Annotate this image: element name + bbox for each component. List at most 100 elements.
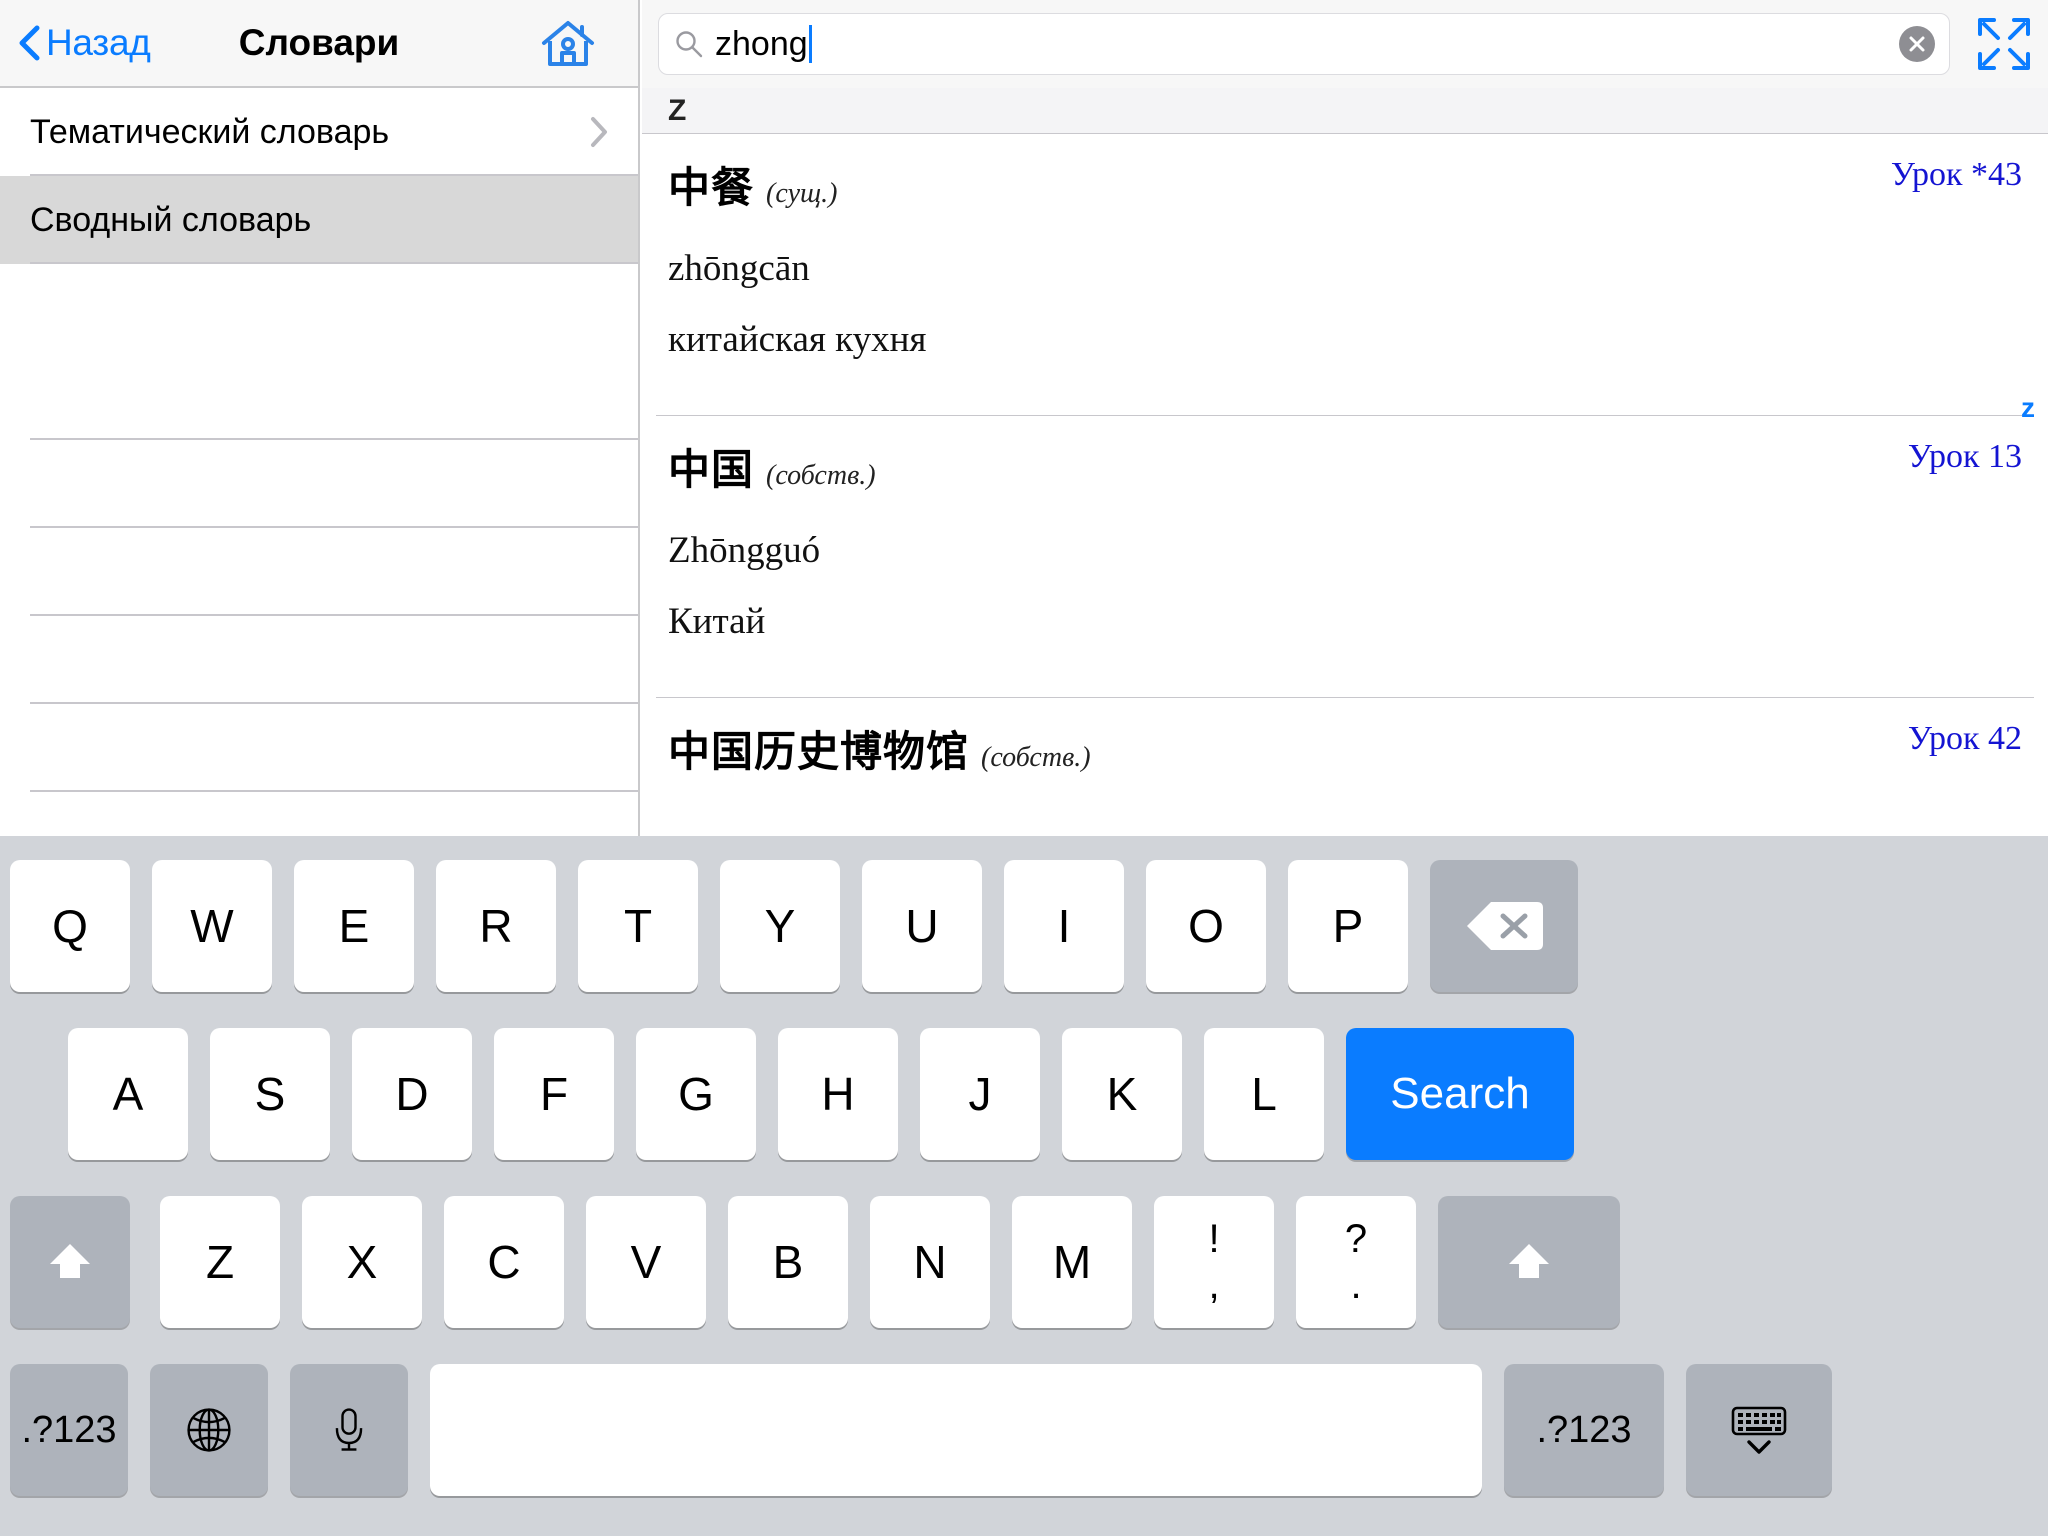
entry-hanzi: 中国历史博物馆 [668,727,970,776]
key-exclamation-comma[interactable]: ! , [1154,1196,1274,1328]
microphone-icon [335,1408,363,1451]
key-x[interactable]: X [302,1196,422,1328]
entry-pinyin: zhōngcān [668,248,810,289]
sidebar-item-thematic-dictionary[interactable]: Тематический словарь [0,88,638,176]
dictionary-list: Тематический словарь Сводный словарь [0,88,638,880]
dictionary-entry[interactable]: 中国历史博物馆 (собств.) Урок 42 [642,698,2048,779]
key-k[interactable]: K [1062,1028,1182,1160]
entry-header: 中国历史博物馆 (собств.) Урок 42 [668,698,2022,779]
key-backspace[interactable] [1430,860,1578,992]
search-input-value: zhong [715,24,808,63]
key-space[interactable] [430,1364,1482,1496]
key-d[interactable]: D [352,1028,472,1160]
search-results-list[interactable]: Z 中餐 (сущ.) Урок *43 zhōngcān китайская … [642,88,2048,836]
sidebar-item-label: Тематический словарь [30,112,390,151]
entry-lesson-link[interactable]: Урок 13 [1908,438,2022,476]
search-input[interactable]: zhong [658,13,1950,75]
entry-translation: Китай [668,601,766,642]
clear-circle-icon [1909,36,1925,52]
key-question-period[interactable]: ? . [1296,1196,1416,1328]
alphabet-index[interactable]: z [2008,134,2048,424]
keyboard-row-2: A S D F G H J K L Search [0,1014,2048,1174]
key-w[interactable]: W [152,860,272,992]
list-item [0,528,638,616]
expand-button[interactable] [1976,16,2032,72]
keyboard-row-1: Q W E R T Y U I O P [0,846,2048,1006]
key-shift-right[interactable] [1438,1196,1620,1328]
key-u[interactable]: U [862,860,982,992]
key-period-label: . [1350,1263,1362,1307]
text-cursor [808,25,812,63]
key-z[interactable]: Z [160,1196,280,1328]
entry-translation: китайская кухня [668,319,927,360]
keyboard-row-4: .?123 .?123 [0,1350,2048,1510]
home-icon [542,21,594,66]
entry-part-of-speech: (сущ.) [766,178,838,209]
key-b[interactable]: B [728,1196,848,1328]
key-shift-left[interactable] [10,1196,130,1328]
entry-lesson-link[interactable]: Урок *43 [1891,156,2022,194]
search-icon [675,30,703,58]
key-v[interactable]: V [586,1196,706,1328]
sidebar-item-label: Сводный словарь [30,200,312,239]
dictionary-entry[interactable]: 中国 (собств.) Урок 13 Zhōngguó Китай [642,416,2048,697]
list-item [0,704,638,792]
sidebar-item-summary-dictionary[interactable]: Сводный словарь [0,176,638,264]
key-f[interactable]: F [494,1028,614,1160]
index-letter-z[interactable]: z [2021,134,2035,424]
entry-lesson-link[interactable]: Урок 42 [1908,720,2022,758]
clear-search-button[interactable] [1899,26,1935,62]
key-numbers-left[interactable]: .?123 [10,1364,128,1496]
entry-pinyin: Zhōngguó [668,530,821,571]
key-numbers-right[interactable]: .?123 [1504,1364,1664,1496]
backspace-icon [1467,902,1543,950]
list-item [0,264,638,352]
key-g[interactable]: G [636,1028,756,1160]
key-h[interactable]: H [778,1028,898,1160]
entry-hanzi: 中国 [668,445,755,494]
key-q[interactable]: Q [10,860,130,992]
key-p[interactable]: P [1288,860,1408,992]
sidebar-nav-bar: Назад Словари [0,0,638,88]
list-item [0,616,638,704]
key-n[interactable]: N [870,1196,990,1328]
shift-icon [1509,1244,1549,1278]
entry-part-of-speech: (собств.) [981,742,1091,773]
home-button[interactable] [540,17,596,69]
key-question-label: ? [1344,1217,1368,1261]
app-root: Назад Словари Тематический словарь Сводн… [0,0,2048,1536]
key-i[interactable]: I [1004,860,1124,992]
key-m[interactable]: M [1012,1196,1132,1328]
key-globe[interactable] [150,1364,268,1496]
list-item [0,440,638,528]
entry-header: 中餐 (сущ.) Урок *43 [668,134,2022,215]
expand-fullscreen-icon [1978,18,2030,70]
key-search[interactable]: Search [1346,1028,1574,1160]
key-c[interactable]: C [444,1196,564,1328]
key-t[interactable]: T [578,860,698,992]
key-comma-label: , [1208,1263,1220,1307]
key-r[interactable]: R [436,860,556,992]
key-o[interactable]: O [1146,860,1266,992]
keyboard-row-3: Z X C V B N M ! , ? . [0,1182,2048,1342]
section-header: Z [642,88,2048,134]
on-screen-keyboard: Q W E R T Y U I O P A S D F G H J K L Se… [0,836,2048,1536]
key-e[interactable]: E [294,860,414,992]
key-dictation[interactable] [290,1364,408,1496]
key-j[interactable]: J [920,1028,1040,1160]
key-y[interactable]: Y [720,860,840,992]
key-hide-keyboard[interactable] [1686,1364,1832,1496]
entry-header: 中国 (собств.) Урок 13 [668,416,2022,497]
hide-keyboard-icon [1731,1406,1787,1454]
key-s[interactable]: S [210,1028,330,1160]
chevron-right-icon [590,116,608,148]
search-bar: zhong [642,0,2048,88]
key-l[interactable]: L [1204,1028,1324,1160]
entry-hanzi: 中餐 [668,163,755,212]
dictionary-entry[interactable]: 中餐 (сущ.) Урок *43 zhōngcān китайская ку… [642,134,2048,415]
shift-icon [50,1244,90,1278]
key-exclamation-label: ! [1208,1217,1220,1261]
entry-part-of-speech: (собств.) [766,460,876,491]
sidebar: Назад Словари Тематический словарь Сводн… [0,0,640,880]
key-a[interactable]: A [68,1028,188,1160]
